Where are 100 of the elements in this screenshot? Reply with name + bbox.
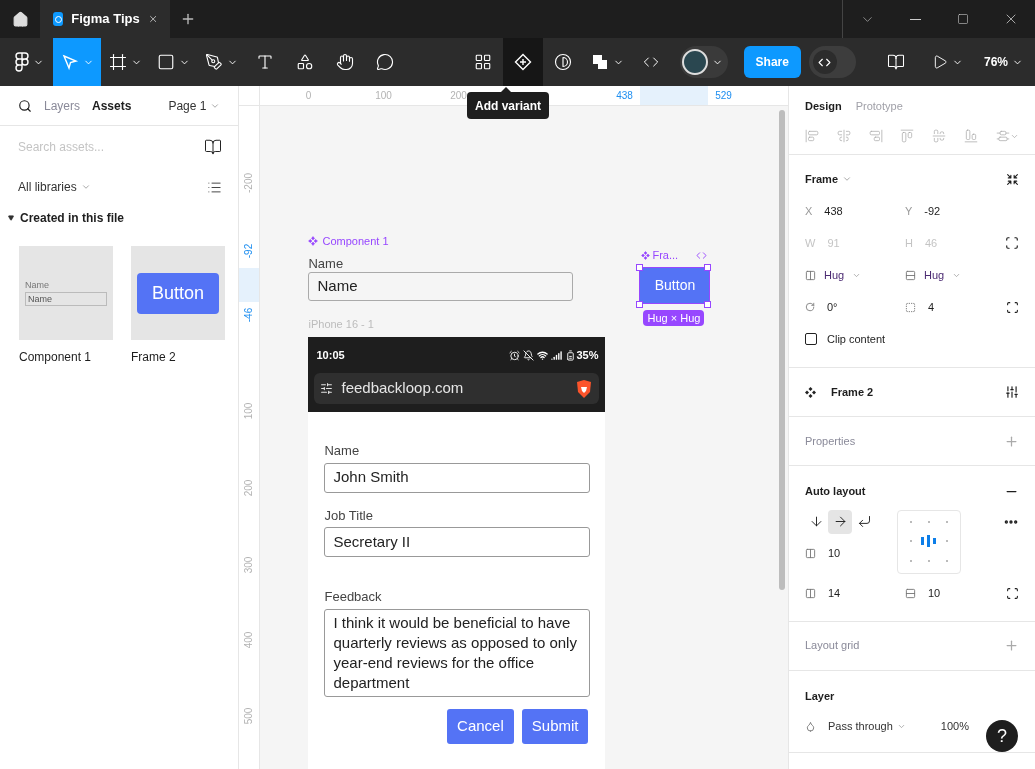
width-icon: [805, 269, 816, 281]
padding-sides-icon[interactable]: [1006, 587, 1019, 600]
panel-tab[interactable]: Assets: [92, 96, 132, 115]
signal-icon: [551, 349, 563, 361]
home-icon: [11, 10, 29, 28]
gap-field[interactable]: 10: [805, 537, 897, 570]
plus-icon: [180, 11, 196, 27]
search-field[interactable]: Search assets...: [18, 138, 205, 156]
overlapping-squares-icon: [590, 53, 609, 71]
battery-level: 35%: [576, 347, 599, 363]
site-settings-icon: [320, 382, 334, 395]
size-badge: Hug × Hug: [643, 310, 705, 326]
ruler-label: 200: [243, 479, 256, 497]
section-title: Layout grid: [805, 638, 860, 654]
component-icon: [308, 236, 319, 247]
ruler-label: 529: [715, 89, 732, 103]
section-title[interactable]: Frame: [805, 170, 853, 188]
ruler-label: 100: [243, 402, 256, 420]
code-icon: [696, 249, 708, 261]
ruler-label: 300: [243, 556, 256, 574]
resize-handle[interactable]: [636, 264, 644, 271]
drop-icon: [805, 720, 816, 732]
section-title: Auto layout: [805, 484, 866, 499]
panel-tab[interactable]: Layers: [44, 96, 81, 115]
list-icon[interactable]: [207, 179, 223, 195]
rectangle-icon: [156, 53, 175, 71]
opacity-value[interactable]: 100%: [940, 717, 969, 735]
padding-icon: [905, 588, 916, 599]
maximize-icon: [957, 13, 969, 25]
pen-icon: [204, 53, 223, 71]
ruler-label: -46: [243, 307, 256, 323]
form-button[interactable]: Cancel: [447, 708, 514, 744]
dev-mode-toggle[interactable]: [808, 46, 856, 78]
address-bar[interactable]: feedbackloop.com: [314, 373, 600, 404]
alignment-bars-icon: [921, 535, 937, 548]
rotation-field[interactable]: 0°: [805, 291, 905, 323]
text-icon: [256, 53, 274, 71]
field-label: Name: [324, 442, 361, 460]
property-field[interactable]: X 438: [805, 195, 905, 227]
blend-dropdown[interactable]: Pass through: [828, 717, 906, 735]
clip-content-checkbox[interactable]: Clip content: [805, 323, 1019, 355]
avatar-button[interactable]: [679, 46, 728, 78]
arrow-down-icon: [808, 514, 824, 529]
input-field[interactable]: John Smith: [324, 462, 591, 493]
input-field[interactable]: Name: [308, 272, 574, 301]
frame-icon: [108, 53, 127, 71]
panel-tab[interactable]: Design: [805, 97, 842, 115]
resize-handle[interactable]: [704, 264, 712, 271]
resize-icon[interactable]: [1005, 236, 1019, 250]
form-button[interactable]: Submit: [521, 708, 589, 744]
book-icon: [886, 53, 905, 71]
sliders-icon[interactable]: [1005, 385, 1019, 399]
book-icon[interactable]: [204, 138, 223, 156]
padding-icon: [805, 588, 816, 599]
caret-icon: [8, 215, 14, 221]
hand-icon: [336, 53, 354, 71]
component-title[interactable]: Component 1: [322, 233, 389, 250]
field-label: Name: [308, 255, 344, 273]
asset-thumbnail[interactable]: Name Name: [19, 246, 113, 340]
asset-thumbnail[interactable]: Button: [131, 246, 225, 340]
selected-button[interactable]: Button: [639, 267, 711, 304]
ruler-label: 100: [375, 89, 392, 103]
ruler-label: -200: [243, 173, 256, 193]
ruler-label: 400: [243, 631, 256, 649]
radius-field[interactable]: 4: [905, 291, 1005, 323]
padding-field[interactable]: 10: [905, 585, 941, 602]
page-selector[interactable]: Page 1: [168, 96, 221, 115]
library-filter[interactable]: All libraries: [18, 178, 91, 196]
selected-layer-name[interactable]: Fra...: [652, 247, 679, 264]
lion-shield-icon: [575, 378, 594, 399]
contrast-icon: [554, 53, 572, 71]
resize-handle[interactable]: [704, 301, 712, 308]
minimize-icon: [909, 18, 921, 20]
zoom-button[interactable]: 76%: [983, 46, 1023, 78]
resize-handle[interactable]: [636, 301, 644, 308]
chevron-icon: [80, 182, 91, 192]
toolbar-tool-button[interactable]: [503, 38, 543, 86]
tab-title: Figma Tips: [71, 10, 140, 29]
corners-icon[interactable]: [1006, 300, 1019, 314]
component-icon: [641, 250, 651, 260]
textarea-field[interactable]: I think it would be beneficial to have quarterly reviews as opposed to only year-end reviews for the office department: [324, 608, 591, 697]
corner-icon: [905, 301, 916, 313]
direction-button[interactable]: [828, 509, 852, 534]
scrollbar[interactable]: [779, 110, 786, 590]
file-tab[interactable]: Figma Tips: [40, 0, 170, 38]
sizing-dropdown[interactable]: Hug: [905, 259, 1005, 291]
thumbnail-label: Name: [25, 280, 50, 291]
input-field[interactable]: Secretary II: [324, 527, 591, 557]
ruler-label: 200: [450, 89, 467, 103]
sizing-dropdown[interactable]: Hug: [805, 259, 905, 291]
section-header[interactable]: Created in this file: [0, 206, 239, 230]
search-icon[interactable]: [18, 98, 32, 113]
battery-icon: [565, 349, 577, 361]
shrink-icon[interactable]: [1006, 172, 1019, 186]
padding-field[interactable]: 14: [805, 585, 905, 602]
ruler-selection-band: [239, 268, 260, 302]
arrow-right-icon: [832, 514, 848, 529]
help-button[interactable]: ?: [986, 720, 1018, 752]
gap-icon: [805, 548, 816, 559]
property-field[interactable]: Y -92: [905, 195, 1005, 227]
